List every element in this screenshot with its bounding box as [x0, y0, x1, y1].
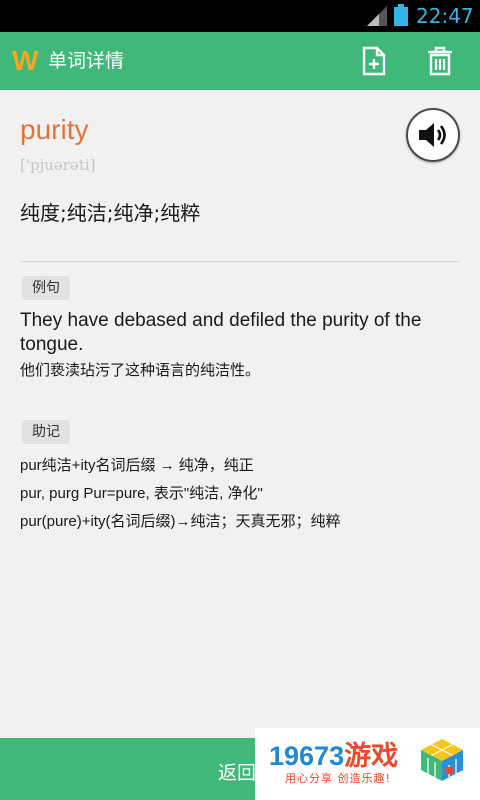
pronounce-button[interactable]	[406, 108, 460, 162]
trash-icon[interactable]	[424, 45, 456, 77]
example-chinese: 他们亵渎玷污了这种语言的纯洁性。	[20, 361, 261, 379]
screen: 22:47 W 单词详情 purity ['pjuərəti] 纯度;纯洁;纯净…	[0, 0, 480, 800]
watermark-title: 19673游戏	[269, 741, 399, 771]
word-text: purity	[20, 114, 89, 145]
word-phonetic: ['pjuərəti]	[20, 156, 96, 174]
app-bar: W 单词详情	[0, 32, 480, 90]
page-title: 单词详情	[48, 50, 125, 72]
app-logo: W	[12, 45, 39, 76]
word-meaning: 纯度;纯洁;纯净;纯粹	[20, 201, 201, 225]
example-english: They have debased and defiled the purity…	[20, 310, 422, 355]
mnemonic-label: 助记	[22, 420, 70, 444]
mnemonic-line: pur纯洁+ity名词后缀 → 纯净，纯正	[20, 457, 254, 474]
status-time: 22:47	[416, 4, 474, 28]
speaker-icon	[419, 123, 446, 147]
example-label: 例句	[22, 276, 70, 300]
signal-icon	[367, 6, 387, 26]
back-button[interactable]: 返回	[218, 758, 256, 785]
add-document-icon[interactable]	[358, 45, 390, 77]
mnemonic-line: pur, purg Pur=pure, 表示"纯洁, 净化"	[20, 485, 263, 502]
divider	[20, 261, 460, 262]
status-bar: 22:47	[0, 0, 480, 32]
mnemonic-line: pur(pure)+ity(名词后缀)→纯洁；天真无邪；纯粹	[20, 513, 341, 530]
word-detail: purity ['pjuərəti] 纯度;纯洁;纯净;纯粹 例句 They h…	[0, 90, 480, 738]
watermark-slogan: 用心分享 创造乐趣!	[285, 772, 391, 785]
cube-logo-icon	[421, 739, 463, 781]
watermark-logo: 19673游戏 用心分享 创造乐趣!	[255, 728, 480, 800]
battery-icon	[394, 4, 408, 26]
